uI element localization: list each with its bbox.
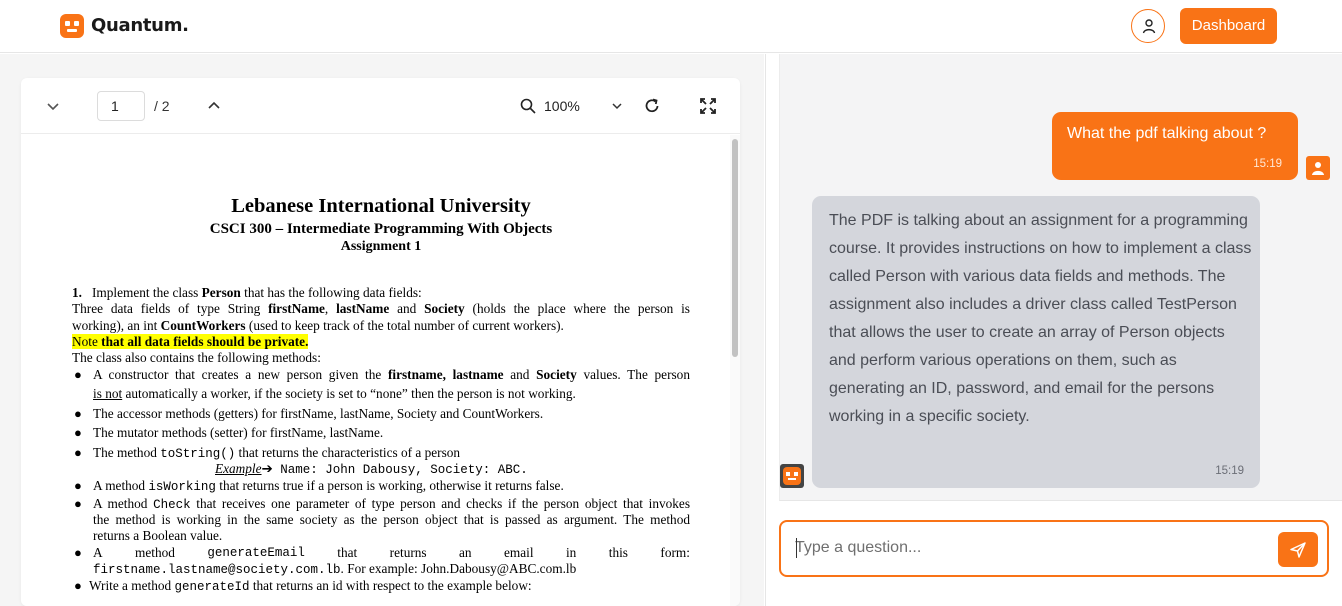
doc-bullet-cont: returns a Boolean value.: [93, 528, 223, 543]
pdf-scrollbar-thumb[interactable]: [732, 139, 738, 357]
search-icon: [520, 98, 536, 114]
page-total: / 2: [154, 98, 170, 114]
question-input-wrapper: [779, 520, 1329, 577]
doc-bullet-cont: is not automatically a worker, if the so…: [93, 386, 576, 401]
question-input[interactable]: [795, 534, 1255, 562]
doc-bullet: A method Check that receives one paramet…: [93, 496, 690, 512]
bullet: ●: [74, 545, 82, 560]
bot-message-time: 15:19: [1215, 465, 1244, 477]
doc-bullet: A constructor that creates a new person …: [93, 367, 690, 382]
app-header: Quantum. Dashboard: [0, 0, 1342, 53]
text-caret: [796, 538, 797, 558]
brand-name[interactable]: Quantum.: [91, 15, 189, 36]
user-icon: [1142, 19, 1156, 34]
quantum-logo-icon[interactable]: [60, 14, 84, 38]
chat-pane: What the pdf talking about ? 15:19 The P…: [765, 54, 1342, 606]
doc-line: The class also contains the following me…: [72, 350, 321, 365]
pdf-pane: 1 / 2 100% Lebanese International Univer…: [0, 54, 764, 606]
doc-example: Example➔ Name: John Dabousy, Society: AB…: [215, 461, 528, 477]
user-message-text: What the pdf talking about ?: [1067, 125, 1267, 142]
doc-bullet: The accessor methods (getters) for first…: [93, 406, 544, 421]
doc-bullet: Write a method generateId that returns a…: [89, 578, 532, 594]
document-title: Lebanese International University: [231, 195, 531, 217]
bot-avatar-icon: [780, 464, 804, 488]
user-avatar: [1306, 156, 1330, 180]
fullscreen-icon[interactable]: [698, 96, 718, 116]
doc-note: Note that all data fields should be priv…: [72, 334, 309, 349]
document-assignment: Assignment 1: [340, 239, 422, 254]
bot-message: The PDF is talking about an assignment f…: [812, 196, 1260, 488]
bullet: ●: [74, 406, 82, 421]
chevron-up-icon[interactable]: [204, 96, 224, 116]
bullet: ●: [74, 425, 82, 440]
chevron-down-icon[interactable]: [43, 96, 63, 116]
bullet: ●: [74, 478, 82, 493]
send-icon: [1290, 542, 1306, 558]
bullet: ●: [74, 578, 82, 593]
dashboard-button[interactable]: Dashboard: [1180, 8, 1277, 44]
bullet: ●: [74, 496, 82, 511]
user-message-time: 15:19: [1253, 158, 1282, 170]
pdf-toolbar: 1 / 2 100%: [21, 78, 740, 134]
doc-item-1: 1. Implement the class Person that has t…: [72, 285, 422, 300]
doc-bullet: A method isWorking that returns true if …: [93, 478, 564, 494]
doc-bullet: The mutator methods (setter) for firstNa…: [93, 425, 384, 440]
bullet: ●: [74, 367, 82, 382]
pdf-viewer: 1 / 2 100% Lebanese International Univer…: [21, 78, 740, 606]
chevron-down-icon: [612, 103, 622, 110]
user-profile-button[interactable]: [1131, 9, 1165, 43]
document-course: CSCI 300 – Intermediate Programming With…: [209, 221, 553, 237]
doc-line: working), an int CountWorkers (used to k…: [72, 318, 564, 333]
doc-bullet: The method toString() that returns the c…: [93, 445, 461, 461]
doc-bullet-cont: the method is working in the same societ…: [93, 512, 690, 527]
bot-message-text: The PDF is talking about an assignment f…: [829, 212, 1252, 425]
doc-line: Three data fields of type String firstNa…: [72, 301, 690, 316]
send-button[interactable]: [1278, 532, 1318, 567]
refresh-icon[interactable]: [642, 96, 662, 116]
pdf-page: Lebanese International University CSCI 3…: [21, 135, 730, 606]
chat-messages: What the pdf talking about ? 15:19 The P…: [779, 54, 1342, 501]
bullet: ●: [74, 445, 82, 460]
pdf-scrollbar[interactable]: [730, 135, 740, 606]
page-number-input[interactable]: 1: [97, 91, 145, 121]
doc-bullet: Amethod generateEmail that returns an email in…: [93, 545, 690, 560]
zoom-level: 100%: [544, 98, 580, 114]
user-icon: [1312, 162, 1324, 175]
doc-bullet-cont: firstname.lastname@society.com.lb. For e…: [93, 561, 577, 577]
user-message: What the pdf talking about ? 15:19: [1052, 112, 1298, 180]
